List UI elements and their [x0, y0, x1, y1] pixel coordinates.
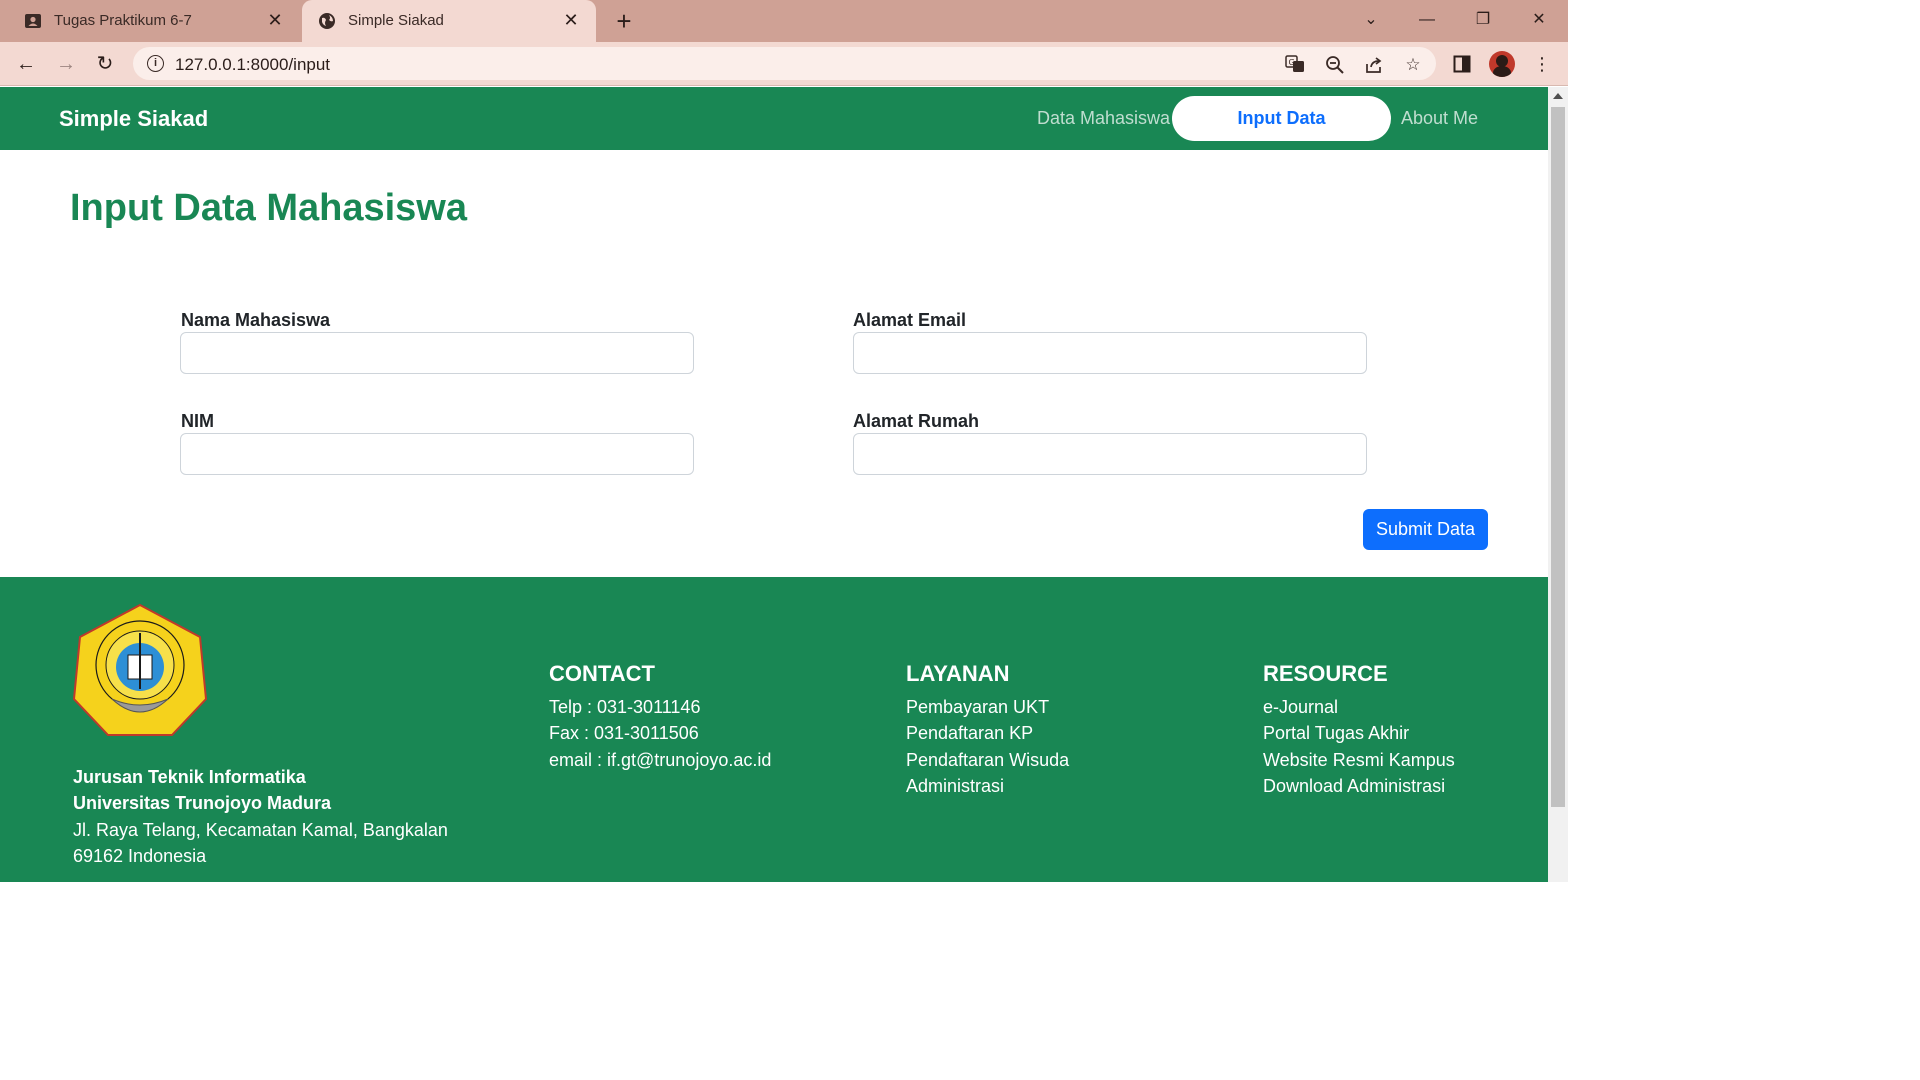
scroll-up-arrow-icon[interactable]	[1553, 93, 1563, 99]
tab-title: Tugas Praktikum 6-7	[54, 12, 192, 29]
alamat-email-label: Alamat Email	[853, 310, 967, 330]
nama-mahasiswa-label: Nama Mahasiswa	[181, 310, 331, 330]
svg-text:G: G	[1289, 58, 1295, 67]
vertical-scrollbar[interactable]	[1548, 87, 1568, 882]
tab-tugas-praktikum[interactable]: Tugas Praktikum 6-7 ✕	[8, 0, 300, 42]
close-window-button[interactable]: ✕	[1521, 6, 1557, 34]
footer-link-download-administrasi[interactable]: Download Administrasi	[1263, 776, 1445, 797]
menu-icon[interactable]: ⋮	[1528, 50, 1556, 78]
footer-link-e-journal[interactable]: e-Journal	[1263, 697, 1338, 718]
footer-link-pendaftaran-wisuda[interactable]: Pendaftaran Wisuda	[906, 750, 1069, 771]
footer-layanan-heading: LAYANAN	[906, 661, 1010, 686]
footer-link-pendaftaran-kp[interactable]: Pendaftaran KP	[906, 723, 1033, 744]
tab-strip: Tugas Praktikum 6-7 ✕ Simple Siakad ✕ + …	[0, 0, 1568, 42]
nama-mahasiswa-input[interactable]	[180, 332, 694, 374]
reload-button[interactable]: ↻	[91, 50, 119, 78]
footer-contact-heading: CONTACT	[549, 661, 655, 686]
scrollbar-thumb[interactable]	[1551, 107, 1565, 807]
footer-contact-fax: Fax : 031-3011506	[549, 723, 699, 743]
tab-title: Simple Siakad	[348, 12, 444, 29]
footer-contact-telp: Telp : 031-3011146	[549, 697, 701, 717]
site-footer: Jurusan Teknik Informatika Universitas T…	[0, 577, 1548, 882]
footer-contact-email[interactable]: email : if.gt@trunojoyo.ac.id	[549, 750, 771, 771]
back-button[interactable]: ←	[12, 50, 40, 78]
share-icon[interactable]	[1363, 55, 1385, 75]
alamat-email-input[interactable]	[853, 332, 1367, 374]
site-info-icon[interactable]: i	[147, 55, 164, 72]
footer-link-pembayaran-ukt[interactable]: Pembayaran UKT	[906, 697, 1049, 718]
globe-icon	[319, 13, 335, 29]
footer-address-line2: 69162 Indonesia	[73, 846, 207, 866]
close-tab-icon[interactable]: ✕	[264, 9, 286, 31]
nim-input[interactable]	[180, 433, 694, 475]
site-navbar: Simple Siakad Data Mahasiswa Input Data …	[0, 87, 1548, 150]
footer-resource-heading: RESOURCE	[1263, 661, 1388, 686]
address-bar[interactable]: i 127.0.0.1:8000/input G ☆	[133, 47, 1436, 80]
profile-avatar[interactable]	[1489, 51, 1515, 77]
nav-link-about-me[interactable]: About Me	[1401, 108, 1478, 129]
brand-logo-text[interactable]: Simple Siakad	[59, 106, 208, 132]
forward-button[interactable]: →	[52, 50, 80, 78]
footer-link-website-resmi[interactable]: Website Resmi Kampus	[1263, 750, 1455, 771]
footer-link-administrasi[interactable]: Administrasi	[906, 776, 1004, 797]
page-title: Input Data Mahasiswa	[70, 187, 467, 229]
footer-address-line1: Jl. Raya Telang, Kecamatan Kamal, Bangka…	[73, 820, 448, 840]
footer-link-portal-tugas-akhir[interactable]: Portal Tugas Akhir	[1263, 723, 1409, 744]
close-tab-icon[interactable]: ✕	[560, 9, 582, 31]
alamat-rumah-input[interactable]	[853, 433, 1367, 475]
classroom-icon	[25, 14, 41, 28]
nim-label: NIM	[181, 411, 214, 431]
minimize-button[interactable]: —	[1409, 6, 1445, 34]
footer-department: Jurusan Teknik Informatika	[73, 767, 306, 787]
new-tab-button[interactable]: +	[610, 7, 638, 35]
university-logo	[72, 603, 208, 736]
page-viewport: Simple Siakad Data Mahasiswa Input Data …	[0, 87, 1548, 882]
nav-link-data-mahasiswa[interactable]: Data Mahasiswa	[1037, 108, 1170, 129]
submit-data-button[interactable]: Submit Data	[1363, 509, 1488, 550]
alamat-rumah-label: Alamat Rumah	[853, 411, 980, 431]
url-text[interactable]: 127.0.0.1:8000/input	[175, 55, 330, 75]
zoom-icon[interactable]	[1324, 55, 1346, 75]
side-panel-icon[interactable]	[1448, 50, 1476, 78]
restore-button[interactable]: ❐	[1465, 6, 1501, 34]
translate-icon[interactable]: G	[1284, 55, 1306, 75]
tab-search-icon[interactable]: ⌄	[1353, 6, 1389, 34]
nav-link-input-data[interactable]: Input Data	[1172, 96, 1391, 141]
footer-university: Universitas Trunojoyo Madura	[73, 793, 332, 813]
tab-simple-siakad[interactable]: Simple Siakad ✕	[302, 0, 596, 42]
browser-toolbar: ← → ↻ i 127.0.0.1:8000/input G ☆ ⋮	[0, 42, 1568, 86]
bookmark-star-icon[interactable]: ☆	[1402, 55, 1424, 75]
